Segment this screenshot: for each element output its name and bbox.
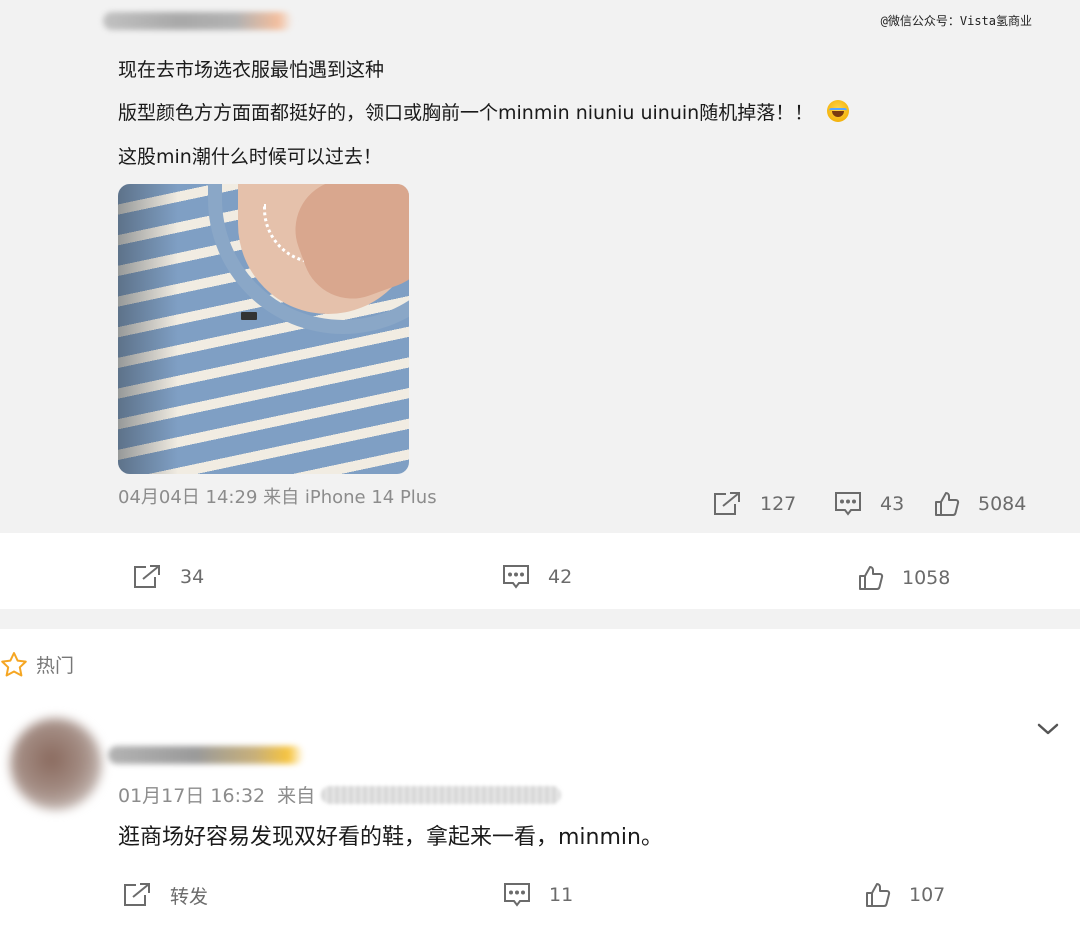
blurred-comment-source — [321, 785, 562, 804]
comment-text: 逛商场好容易发现双好看的鞋，拿起来一看，minmin。 — [118, 825, 663, 850]
like-button[interactable]: 1058 — [858, 563, 950, 593]
comment-like-count: 107 — [909, 884, 946, 906]
watermark: @微信公众号：Vista氢商业 — [880, 14, 1032, 28]
section-divider — [0, 609, 1080, 629]
quoted-post-text-line-2-text: 版型颜色方方面面都挺好的，领口或胸前一个minmin niuniu uinuin… — [118, 102, 814, 124]
post-photo-striped-sweater[interactable] — [118, 184, 409, 474]
repost-icon — [714, 492, 740, 515]
quoted-comment-button[interactable]: 43 — [834, 490, 904, 518]
thumbs-up-icon — [935, 492, 960, 516]
hot-label: 热门 — [36, 654, 75, 677]
repost-count: 34 — [180, 566, 205, 588]
comment-icon — [835, 492, 861, 516]
comment-like-button[interactable]: 107 — [865, 880, 945, 910]
post-action-bar: 34 42 1058 — [0, 533, 1080, 609]
thumbs-up-icon — [859, 566, 884, 590]
blurred-comment-username[interactable] — [108, 746, 304, 764]
chevron-down-icon[interactable] — [1036, 720, 1060, 738]
quoted-post-card[interactable]: @微信公众号：Vista氢商业 现在去市场选衣服最怕遇到这种 版型颜色方方面面都… — [0, 0, 1080, 533]
quoted-repost-button[interactable]: 127 — [712, 490, 796, 518]
avatar[interactable] — [10, 718, 102, 810]
comment-repost-button[interactable]: 转发 — [122, 880, 208, 910]
quoted-post-text-line-2: 版型颜色方方面面都挺好的，领口或胸前一个minmin niuniu uinuin… — [118, 98, 850, 125]
quoted-post-text-line-1: 现在去市场选衣服最怕遇到这种 — [118, 59, 385, 81]
comment-meta: 01月17日 16:32 来自 — [118, 781, 562, 808]
repost-icon — [134, 565, 160, 588]
photo-logo-tag — [241, 312, 257, 320]
comment-repost-label: 转发 — [170, 885, 209, 908]
star-icon — [1, 651, 27, 676]
quoted-post-meta: 04月04日 14:29 来自 iPhone 14 Plus — [118, 487, 437, 508]
comment-reply-count: 11 — [549, 884, 574, 906]
repost-button[interactable]: 34 — [132, 562, 204, 592]
laughing-crying-emoji-icon — [827, 100, 850, 122]
photo-shadow — [118, 184, 178, 474]
comment-from-label: 来自 — [277, 785, 316, 807]
quoted-repost-count: 127 — [760, 493, 797, 515]
repost-icon — [124, 883, 150, 906]
comment-icon — [504, 883, 530, 907]
quoted-post-text-line-3: 这股min潮什么时候可以过去！ — [118, 146, 382, 168]
comment-icon — [503, 565, 529, 589]
comment-count: 42 — [548, 566, 573, 588]
hot-comments-header[interactable]: 热门 — [0, 650, 74, 678]
thumbs-up-icon — [866, 883, 891, 907]
quoted-like-count: 5084 — [978, 493, 1027, 515]
comment-button[interactable]: 42 — [502, 562, 572, 592]
comment-date: 01月17日 16:32 — [118, 785, 266, 807]
quoted-like-button[interactable]: 5084 — [934, 490, 1026, 518]
like-count: 1058 — [902, 567, 951, 589]
comment-reply-button[interactable]: 11 — [503, 880, 573, 910]
blurred-username[interactable] — [103, 12, 293, 30]
quoted-comment-count: 43 — [880, 493, 905, 515]
